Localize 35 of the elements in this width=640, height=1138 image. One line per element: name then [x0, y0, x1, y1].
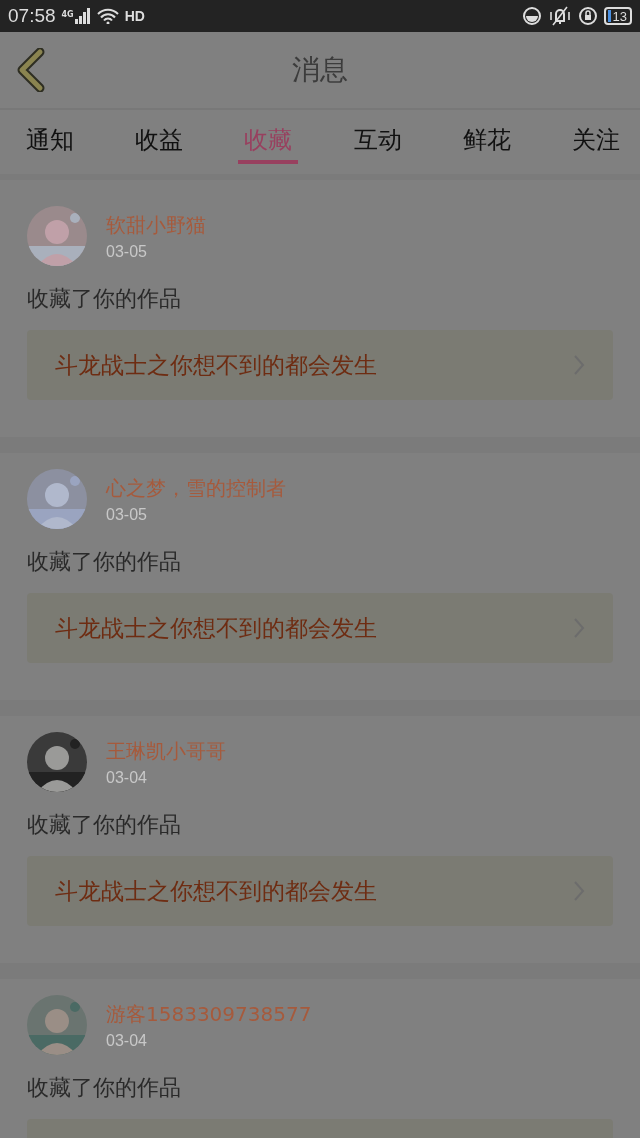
user-name[interactable]: 王琳凯小哥哥 [106, 737, 226, 765]
wifi-icon [96, 8, 119, 24]
message-text: 收藏了你的作品 [27, 811, 182, 839]
work-link[interactable]: 斗龙战士之你想不到的都会发生 [27, 330, 613, 400]
message-date: 03-04 [106, 768, 148, 787]
message-text: 收藏了你的作品 [27, 285, 182, 313]
page-title: 消息 [292, 52, 348, 88]
message-text: 收藏了你的作品 [27, 1074, 182, 1102]
work-link[interactable]: 斗龙战士之你想不到的都会发生 [27, 856, 613, 926]
tab[interactable]: 通知 [20, 110, 80, 164]
message-date: 03-05 [106, 505, 148, 524]
message-date: 03-04 [106, 1031, 148, 1050]
hd-indicator: HD [124, 8, 145, 24]
work-title: 斗龙战士之你想不到的都会发生 [55, 350, 377, 380]
data-saver-icon [521, 6, 542, 26]
user-name[interactable]: 软甜小野猫 [106, 211, 206, 239]
rotation-lock-icon [577, 6, 598, 26]
user-name[interactable]: 心之梦，雪的控制者 [106, 474, 286, 502]
signal-icon [74, 8, 91, 24]
battery-level: 13 [603, 7, 632, 25]
tab[interactable]: 关注 [565, 110, 626, 164]
work-title: 斗龙战士之你想不到的都会发生 [55, 876, 377, 906]
message-date: 03-05 [106, 242, 148, 261]
network-type: 4G [61, 10, 74, 19]
work-link[interactable]: 斗龙战士之你想不到的都会发生 [27, 593, 613, 663]
tab[interactable]: 收益 [129, 110, 190, 164]
clock-time: 07:58 [8, 5, 56, 27]
tab[interactable]: 互动 [347, 110, 408, 164]
work-title: 斗龙战士之你想不到的都会发生 [55, 613, 377, 643]
tab[interactable]: 鲜花 [456, 110, 517, 164]
tab[interactable]: 收藏 [238, 110, 299, 164]
user-name[interactable]: 游客1583309738577 [106, 1000, 312, 1028]
back-button[interactable] [16, 48, 46, 92]
vibrate-icon [547, 6, 572, 26]
message-text: 收藏了你的作品 [27, 548, 182, 576]
